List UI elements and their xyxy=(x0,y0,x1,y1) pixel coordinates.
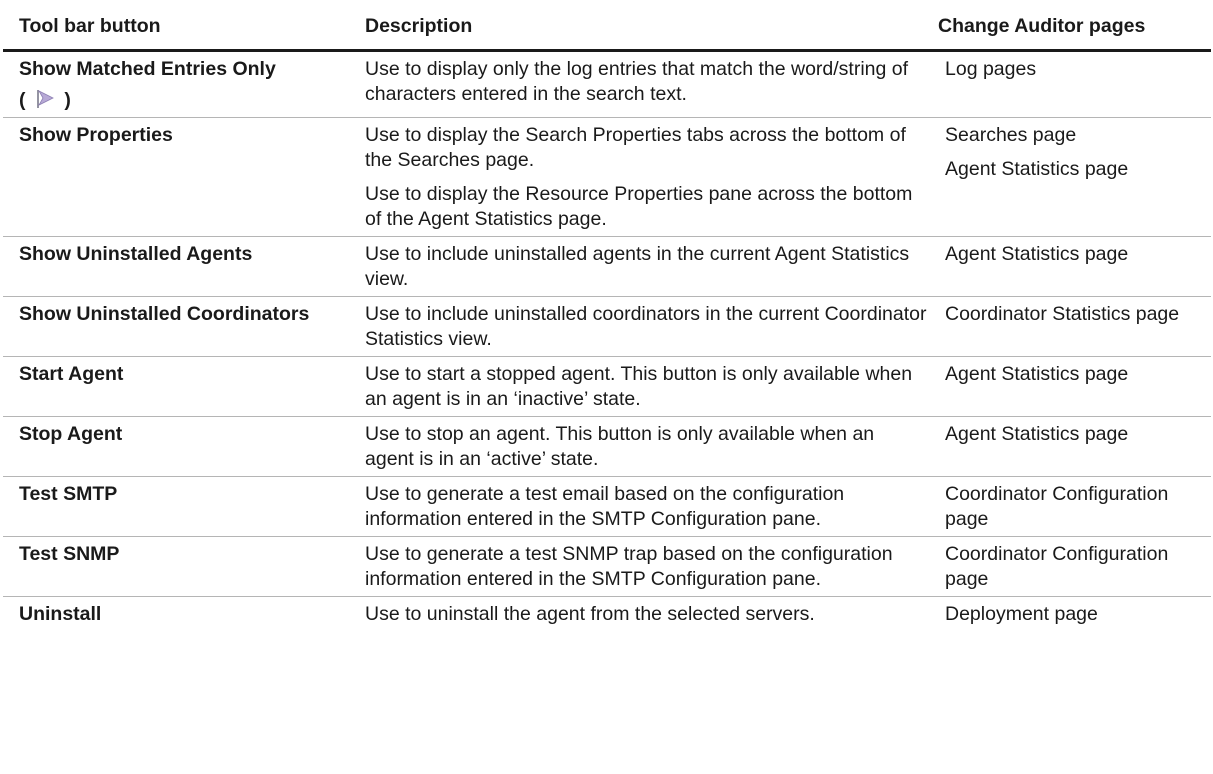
table-row: Show Matched Entries Only ( ) Use to dis… xyxy=(3,50,1211,118)
button-icon-line: ( ) xyxy=(19,89,71,111)
pages-cell: Coordinator Statistics page xyxy=(935,296,1211,357)
table-row: Show Properties Use to display the Searc… xyxy=(3,117,1211,237)
button-name-cell: Show Properties xyxy=(3,117,358,237)
header-description: Description xyxy=(358,0,935,52)
button-name-cell: Test SNMP xyxy=(3,536,358,597)
table-row: Test SMTP Use to generate a test email b… xyxy=(3,476,1211,537)
pages-cell: Agent Statistics page xyxy=(935,236,1211,297)
button-name-cell: Show Uninstalled Agents xyxy=(3,236,358,297)
pages-cell: Agent Statistics page xyxy=(935,416,1211,477)
description-cell: Use to display the Search Properties tab… xyxy=(358,117,935,237)
button-name-cell: Test SMTP xyxy=(3,476,358,537)
flag-arrow-icon xyxy=(37,90,54,108)
pages-cell: Coordinator Configuration page xyxy=(935,536,1211,597)
description-cell: Use to start a stopped agent. This butto… xyxy=(358,356,935,417)
table-row: Stop Agent Use to stop an agent. This bu… xyxy=(3,416,1211,477)
button-name-cell: Show Matched Entries Only ( ) xyxy=(3,50,358,118)
description-cell: Use to include uninstalled agents in the… xyxy=(358,236,935,297)
button-name: Show Matched Entries Only xyxy=(19,58,276,80)
table-row: Start Agent Use to start a stopped agent… xyxy=(3,356,1211,417)
button-name-cell: Stop Agent xyxy=(3,416,358,477)
button-name-cell: Uninstall xyxy=(19,603,102,625)
pages-cell: Log pages xyxy=(935,50,1211,118)
description-cell: Use to generate a test email based on th… xyxy=(358,476,935,537)
description-cell: Use to display only the log entries that… xyxy=(358,50,935,118)
table-header-row: Tool bar button Description Change Audit… xyxy=(3,0,1211,52)
toolbar-buttons-table: Tool bar button Description Change Audit… xyxy=(3,0,1211,631)
table-row: Test SNMP Use to generate a test SNMP tr… xyxy=(3,536,1211,597)
description-cell: Use to stop an agent. This button is onl… xyxy=(358,416,935,477)
pages-cell: Deployment page xyxy=(945,603,1098,625)
header-change-auditor-pages: Change Auditor pages xyxy=(935,0,1211,52)
description-cell: Use to generate a test SNMP trap based o… xyxy=(358,536,935,597)
pages-cell: Coordinator Configuration page xyxy=(935,476,1211,537)
button-name-cell: Start Agent xyxy=(3,356,358,417)
description-cell: Use to include uninstalled coordinators … xyxy=(358,296,935,357)
table-row: Uninstall Use to uninstall the agent fro… xyxy=(3,597,1211,632)
button-name-cell: Show Uninstalled Coordinators xyxy=(3,296,358,357)
pages-cell: Agent Statistics page xyxy=(935,356,1211,417)
table-row: Show Uninstalled Agents Use to include u… xyxy=(3,236,1211,297)
header-tool-bar-button: Tool bar button xyxy=(3,0,358,52)
pages-cell: Searches page Agent Statistics page xyxy=(935,117,1211,237)
table-row: Show Uninstalled Coordinators Use to inc… xyxy=(3,296,1211,357)
description-cell: Use to uninstall the agent from the sele… xyxy=(365,603,815,625)
